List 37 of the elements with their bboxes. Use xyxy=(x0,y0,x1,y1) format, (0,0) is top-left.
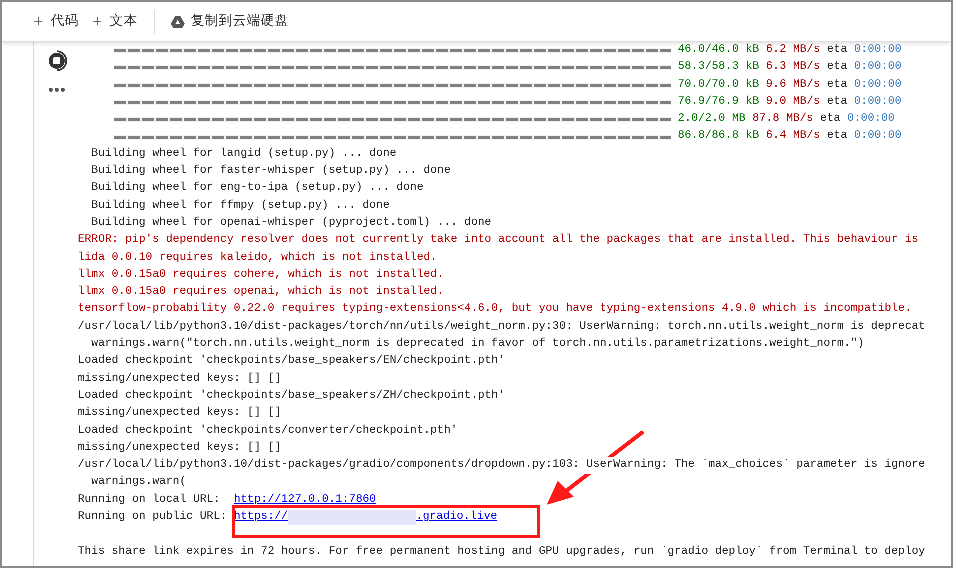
plus-icon xyxy=(91,15,104,28)
eta-time: 0:00:00 xyxy=(854,94,902,110)
eta-label: eta xyxy=(827,43,848,58)
eta-label: eta xyxy=(827,129,848,144)
download-size: 76.9/76.9 kB xyxy=(678,94,760,110)
download-speed: 6.3 MB/s xyxy=(766,60,820,76)
plus-icon xyxy=(32,15,45,28)
eta-time: 0:00:00 xyxy=(854,43,902,58)
eta-label: eta xyxy=(827,60,848,76)
triangle-logo-icon xyxy=(171,16,185,28)
eta-time: 0:00:00 xyxy=(848,112,895,128)
output-line: Running on local URL: xyxy=(78,492,222,508)
url-link[interactable]: .gradio.live xyxy=(416,509,498,526)
eta-time: 0:00:00 xyxy=(854,129,902,144)
download-speed: 6.4 MB/s xyxy=(766,128,820,144)
more-icon[interactable] xyxy=(49,88,65,92)
download-speed: 87.8 MB/s xyxy=(752,112,814,128)
download-size: 86.8/86.8 kB xyxy=(678,128,760,144)
toolbar-button[interactable]: 复制到云端硬盘 xyxy=(167,8,293,36)
toolbar-button[interactable]: 文本 xyxy=(87,8,142,36)
eta-label: eta xyxy=(827,94,848,110)
url-link[interactable]: https:// xyxy=(234,509,288,526)
eta-label: eta xyxy=(820,112,841,128)
download-size: 2.0/2.0 MB xyxy=(678,112,746,128)
download-size: 46.0/46.0 kB xyxy=(678,42,760,58)
eta-label: eta xyxy=(827,78,848,93)
eta-time: 0:00:00 xyxy=(854,60,902,76)
download-size: 58.3/58.3 kB xyxy=(678,60,760,76)
eta-time: 0:00:00 xyxy=(854,78,902,93)
download-speed: 9.0 MB/s xyxy=(766,94,820,110)
toolbar-button[interactable]: 代码 xyxy=(28,8,83,36)
output-line: Running on public URL: xyxy=(78,510,228,526)
download-speed: 6.2 MB/s xyxy=(766,42,820,58)
download-size: 70.0/70.0 kB xyxy=(678,78,760,93)
download-speed: 9.6 MB/s xyxy=(766,78,820,93)
url-link[interactable]: http://127.0.0.1:7860 xyxy=(234,492,376,510)
stop-icon[interactable] xyxy=(46,50,68,72)
